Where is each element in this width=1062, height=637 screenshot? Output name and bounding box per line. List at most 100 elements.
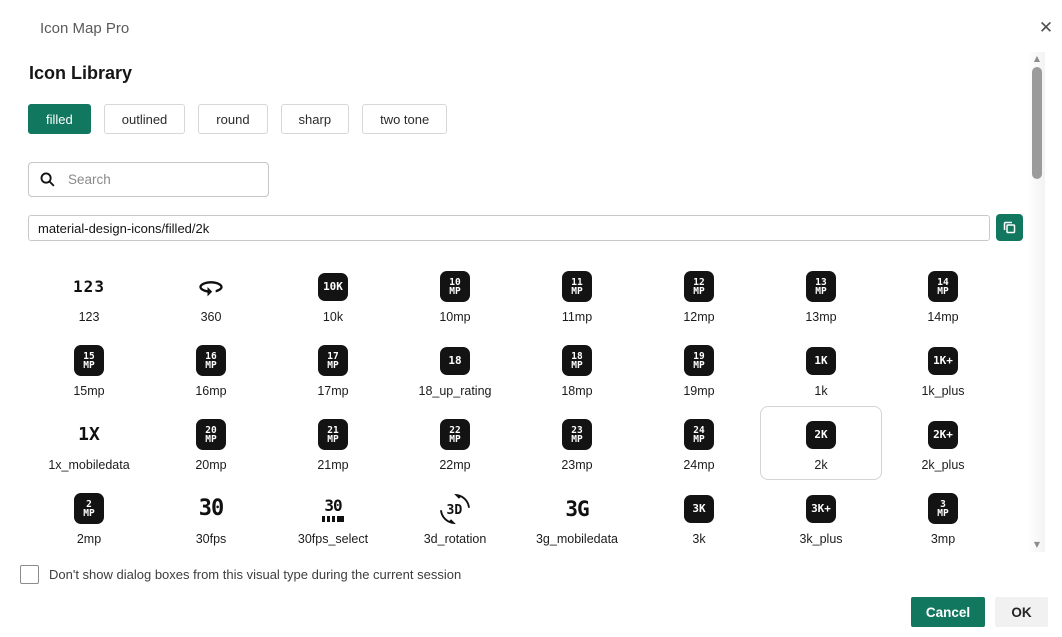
19mp-icon: 19MP — [684, 341, 714, 381]
icon-grid-item-3mp[interactable]: 3MP3mp — [882, 480, 1004, 554]
icon-grid-item-22mp[interactable]: 22MP22mp — [394, 406, 516, 480]
icon-grid-item-13mp[interactable]: 13MP 13mp — [760, 258, 882, 332]
360-icon — [197, 267, 225, 307]
search-box — [28, 162, 269, 197]
icon-grid-item-2k[interactable]: 2K2k — [760, 406, 882, 480]
tab-two-tone[interactable]: two tone — [362, 104, 447, 134]
icon-label: 18_up_rating — [419, 384, 492, 398]
scrollbar[interactable]: ▲ ▼ — [1029, 52, 1045, 552]
3k_plus-icon: 3K+ — [806, 489, 836, 529]
tab-outlined[interactable]: outlined — [104, 104, 186, 134]
dont-show-again-label: Don't show dialog boxes from this visual… — [49, 567, 461, 582]
14mp-icon: 14MP — [928, 267, 958, 307]
icon-label: 1k — [814, 384, 827, 398]
icon-grid-item-11mp[interactable]: 11MP11mp — [516, 258, 638, 332]
icon-grid-item-1k_plus[interactable]: 1K+1k_plus — [882, 332, 1004, 406]
tab-round[interactable]: round — [198, 104, 267, 134]
icon-grid-item-16mp[interactable]: 16MP 16mp — [150, 332, 272, 406]
icon-label: 2k_plus — [921, 458, 964, 472]
icon-label: 13mp — [805, 310, 836, 324]
icon-grid-item-18mp[interactable]: 18MP18mp — [516, 332, 638, 406]
20mp-icon: 20MP — [196, 415, 226, 455]
icon-grid-item-3k_plus[interactable]: 3K+ 3k_plus — [760, 480, 882, 554]
icon-label: 16mp — [195, 384, 226, 398]
icon-label: 2k — [814, 458, 827, 472]
icon-grid-item-21mp[interactable]: 21MP 21mp — [272, 406, 394, 480]
icon-grid-item-18_up_rating[interactable]: 18 18_up_rating — [394, 332, 516, 406]
icon-label: 1k_plus — [921, 384, 964, 398]
2mp-icon: 2MP — [74, 489, 104, 529]
icon-grid-item-19mp[interactable]: 19MP 19mp — [638, 332, 760, 406]
3mp-icon: 3MP — [928, 489, 958, 529]
icon-label: 10mp — [439, 310, 470, 324]
11mp-icon: 11MP — [562, 267, 592, 307]
icon-grid-item-10k[interactable]: 10K10k — [272, 258, 394, 332]
icon-grid-item-3g_mobiledata[interactable]: 3G3g_mobiledata — [516, 480, 638, 554]
icon-grid: 12312336010K10k10MP10mp11MP11mp12MP12mp1… — [28, 258, 1004, 554]
icon-grid-item-1k[interactable]: 1K1k — [760, 332, 882, 406]
icon-grid-item-23mp[interactable]: 23MP23mp — [516, 406, 638, 480]
icon-label: 14mp — [927, 310, 958, 324]
icon-grid-item-3d_rotation[interactable]: 3D 3d_rotation — [394, 480, 516, 554]
search-input[interactable] — [68, 172, 258, 187]
30fps_select-icon: 30 — [322, 489, 344, 529]
icon-label: 3k_plus — [799, 532, 842, 546]
icon-label: 3k — [692, 532, 705, 546]
icon-grid-item-10mp[interactable]: 10MP 10mp — [394, 258, 516, 332]
icon-label: 3d_rotation — [424, 532, 487, 546]
10k-icon: 10K — [318, 267, 348, 307]
icon-grid-item-20mp[interactable]: 20MP 20mp — [150, 406, 272, 480]
icon-label: 10k — [323, 310, 343, 324]
icon-grid-item-360[interactable]: 360 — [150, 258, 272, 332]
icon-grid-item-2mp[interactable]: 2MP2mp — [28, 480, 150, 554]
icon-grid-item-30fps[interactable]: 3030fps — [150, 480, 272, 554]
18_up_rating-icon: 18 — [440, 341, 470, 381]
icon-grid-item-15mp[interactable]: 15MP15mp — [28, 332, 150, 406]
icon-grid-item-3k[interactable]: 3K3k — [638, 480, 760, 554]
16mp-icon: 16MP — [196, 341, 226, 381]
2k-icon: 2K — [806, 415, 836, 455]
icon-label: 123 — [79, 310, 100, 324]
dont-show-again-checkbox[interactable] — [20, 565, 39, 584]
scrollbar-thumb[interactable] — [1032, 67, 1042, 179]
icon-label: 12mp — [683, 310, 714, 324]
tab-filled[interactable]: filled — [28, 104, 91, 134]
ok-button[interactable]: OK — [995, 597, 1048, 627]
icon-label: 2mp — [77, 532, 101, 546]
scroll-down-icon[interactable]: ▼ — [1034, 538, 1040, 552]
icon-grid-item-30fps_select[interactable]: 30 30fps_select — [272, 480, 394, 554]
17mp-icon: 17MP — [318, 341, 348, 381]
rotate-360-icon — [197, 273, 225, 301]
close-icon[interactable]: ✕ — [1032, 14, 1060, 42]
15mp-icon: 15MP — [74, 341, 104, 381]
2k_plus-icon: 2K+ — [928, 415, 958, 455]
13mp-icon: 13MP — [806, 267, 836, 307]
icon-grid-item-2k_plus[interactable]: 2K+ 2k_plus — [882, 406, 1004, 480]
icon-grid-item-1x_mobiledata[interactable]: 1X1x_mobiledata — [28, 406, 150, 480]
icon-label: 19mp — [683, 384, 714, 398]
3d_rotation-icon: 3D — [440, 489, 470, 529]
scroll-up-icon[interactable]: ▲ — [1034, 52, 1040, 66]
icon-grid-item-12mp[interactable]: 12MP 12mp — [638, 258, 760, 332]
1k-icon: 1K — [806, 341, 836, 381]
tab-sharp[interactable]: sharp — [281, 104, 350, 134]
icon-label: 21mp — [317, 458, 348, 472]
icon-grid-item-14mp[interactable]: 14MP 14mp — [882, 258, 1004, 332]
10mp-icon: 10MP — [440, 267, 470, 307]
21mp-icon: 21MP — [318, 415, 348, 455]
copy-icon — [1002, 220, 1017, 235]
icon-grid-item-24mp[interactable]: 24MP24mp — [638, 406, 760, 480]
22mp-icon: 22MP — [440, 415, 470, 455]
icon-path-input[interactable] — [28, 215, 990, 241]
icon-grid-item-123[interactable]: 123123 — [28, 258, 150, 332]
icon-label: 23mp — [561, 458, 592, 472]
page-title: Icon Library — [29, 63, 132, 84]
icon-grid-item-17mp[interactable]: 17MP17mp — [272, 332, 394, 406]
cancel-button[interactable]: Cancel — [911, 597, 985, 627]
3k-icon: 3K — [684, 489, 714, 529]
icon-label: 20mp — [195, 458, 226, 472]
12mp-icon: 12MP — [684, 267, 714, 307]
copy-path-button[interactable] — [996, 214, 1023, 241]
icon-label: 30fps_select — [298, 532, 368, 546]
dont-show-again-row: Don't show dialog boxes from this visual… — [20, 565, 461, 584]
